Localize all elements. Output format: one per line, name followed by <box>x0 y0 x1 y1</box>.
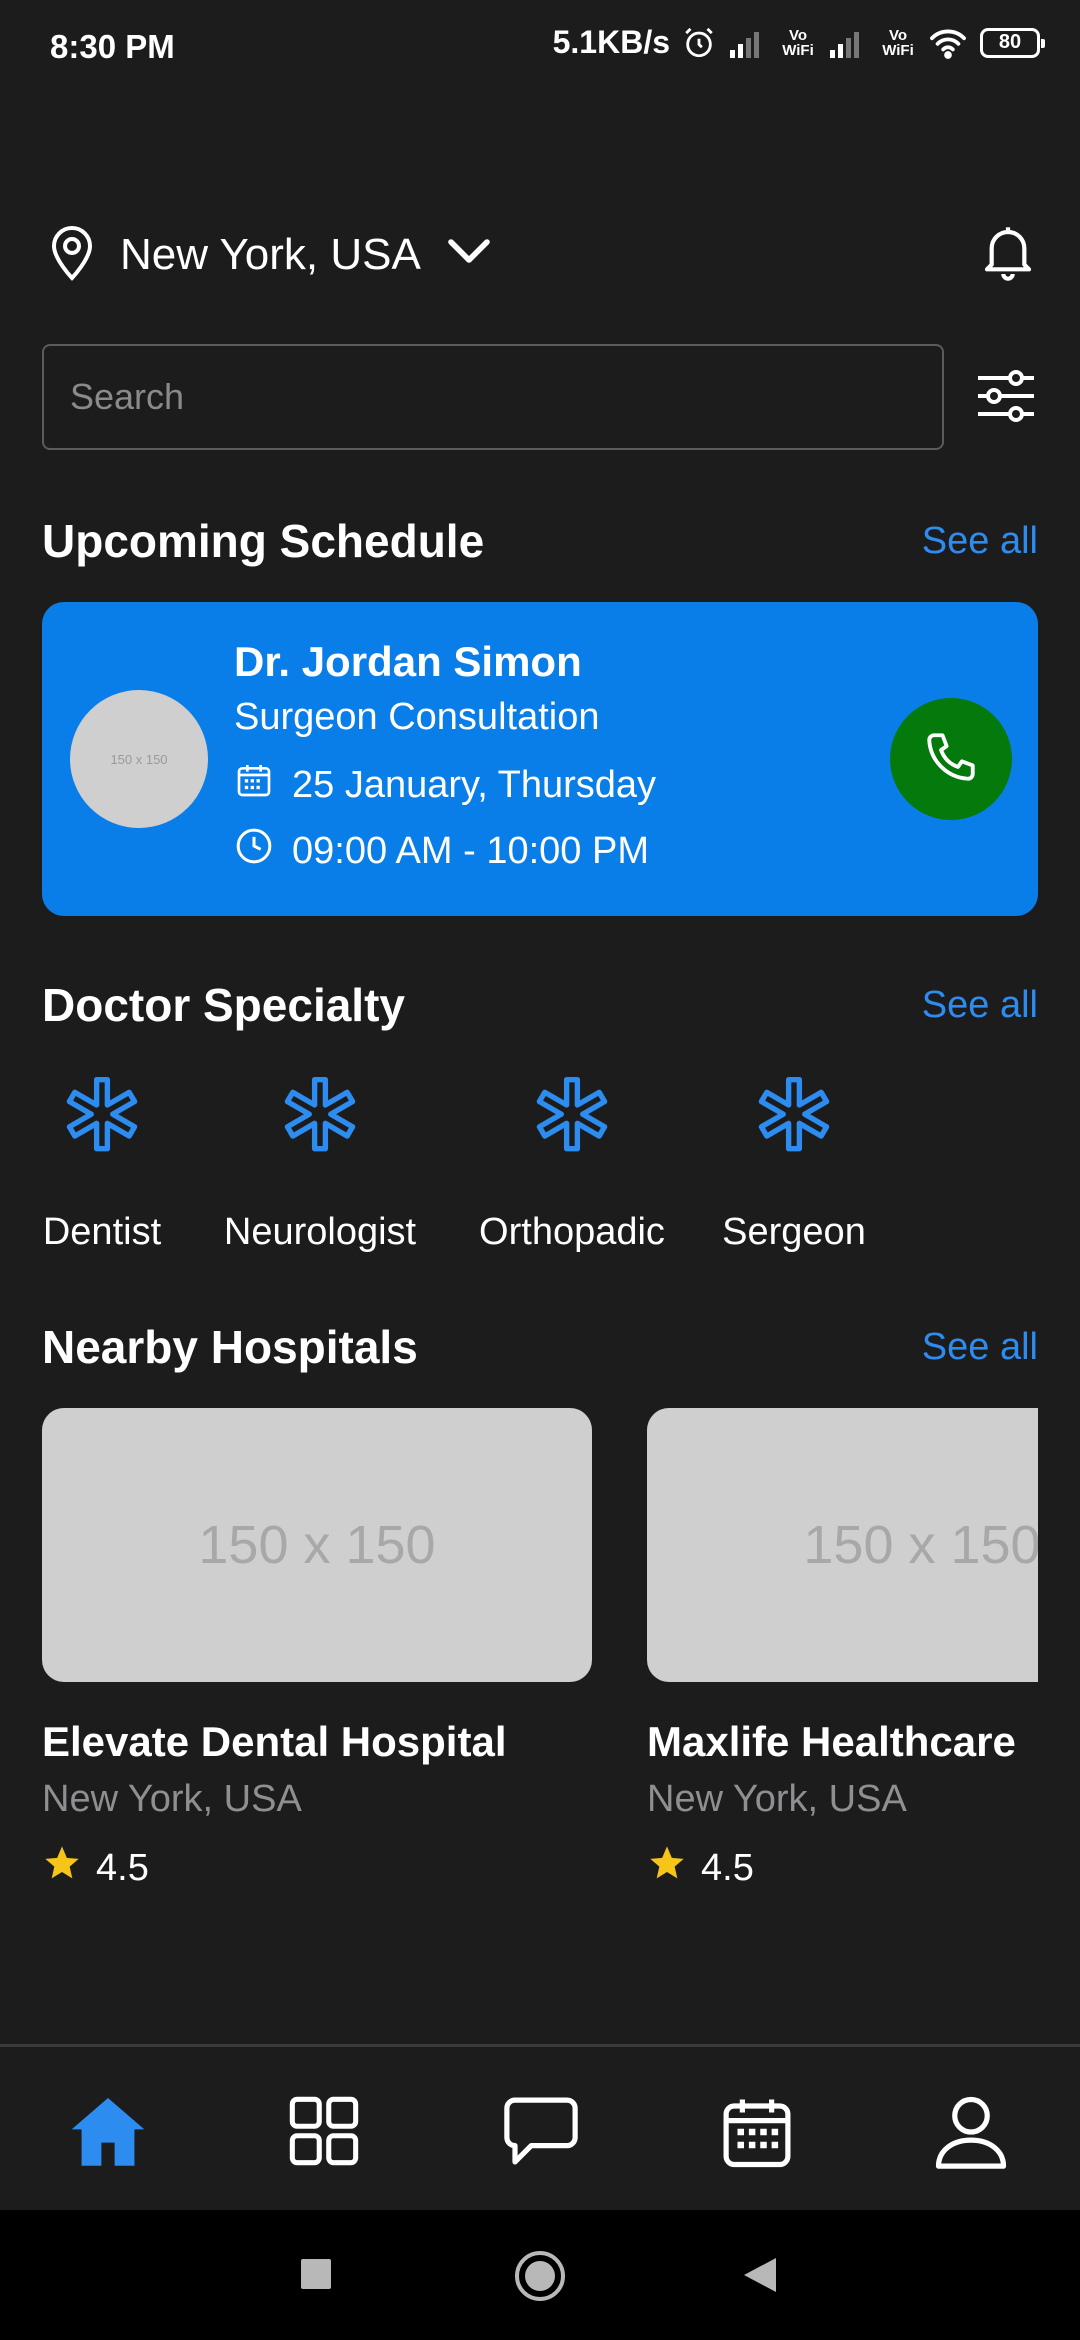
home-icon[interactable] <box>68 2093 148 2174</box>
appointment-date: 25 January, Thursday <box>292 763 657 806</box>
battery-icon: 80 <box>980 27 1045 58</box>
hospital-location: New York, USA <box>42 1778 302 1820</box>
hospital-rating: 4.5 <box>647 1843 1038 1893</box>
recent-apps-icon[interactable] <box>300 2258 332 2295</box>
specialty-item-sergeon[interactable]: Sergeon <box>714 1072 874 1254</box>
schedule-card[interactable]: 150 x 150 Dr. Jordan Simon Surgeon Consu… <box>42 602 1038 916</box>
hospital-image: 150 x 150 <box>42 1408 592 1682</box>
doctor-avatar: 150 x 150 <box>70 690 208 828</box>
asterisk-icon <box>748 1072 840 1169</box>
specialty-label: Dentist <box>42 1211 162 1253</box>
consultation-type: Surgeon Consultation <box>234 696 600 738</box>
signal-icon-2 <box>828 28 868 58</box>
search-field[interactable] <box>42 344 944 450</box>
specialty-item-orthopadic[interactable]: Orthopadic <box>472 1072 672 1254</box>
status-time: 8:30 PM <box>50 28 175 65</box>
specialty-label: Sergeon <box>722 1211 866 1253</box>
hospital-rating: 4.5 <box>42 1843 592 1893</box>
upcoming-schedule-title: Upcoming Schedule <box>42 515 485 567</box>
hospitals-see-all-link[interactable]: See all <box>922 1326 1038 1369</box>
profile-icon[interactable] <box>932 2093 1010 2176</box>
alarm-icon <box>682 26 716 60</box>
doctor-name: Dr. Jordan Simon <box>234 638 582 685</box>
phone-icon <box>922 728 980 791</box>
vowifi-badge: Vo WiFi <box>782 26 814 59</box>
asterisk-icon <box>526 1072 618 1169</box>
location-label: New York, USA <box>120 229 421 279</box>
hospital-name: Maxlife Healthcare <box>647 1718 1016 1765</box>
rating-value: 4.5 <box>96 1846 149 1889</box>
nearby-hospitals-title: Nearby Hospitals <box>42 1321 418 1373</box>
vowifi-badge-2: Vo WiFi <box>882 26 914 59</box>
specialty-item-neurologist[interactable]: Neurologist <box>220 1072 420 1254</box>
appointment-time: 09:00 AM - 10:00 PM <box>292 829 649 872</box>
specialty-label: Orthopadic <box>479 1211 665 1253</box>
clock-icon <box>234 826 274 876</box>
signal-icon <box>728 28 768 58</box>
hospital-image: 150 x 150 <box>647 1408 1038 1682</box>
back-icon[interactable] <box>742 2256 778 2299</box>
asterisk-icon <box>274 1072 366 1169</box>
call-button[interactable] <box>890 698 1012 820</box>
hospital-card[interactable]: 150 x 150 Elevate Dental Hospital New Yo… <box>42 1408 592 1893</box>
star-icon <box>42 1843 82 1893</box>
chat-icon[interactable] <box>502 2093 580 2174</box>
specialty-see-all-link[interactable]: See all <box>922 984 1038 1027</box>
network-speed: 5.1KB/s <box>552 24 670 60</box>
appointment-date-row: 25 January, Thursday <box>234 760 656 810</box>
chevron-down-icon <box>445 237 493 272</box>
rating-value: 4.5 <box>701 1846 754 1889</box>
grid-icon[interactable] <box>286 2093 362 2174</box>
search-input[interactable] <box>44 346 942 448</box>
star-icon <box>647 1843 687 1893</box>
wifi-icon <box>928 27 968 59</box>
location-pin-icon <box>48 222 96 287</box>
specialty-item-dentist[interactable]: Dentist <box>42 1072 162 1254</box>
hospital-name: Elevate Dental Hospital <box>42 1718 507 1765</box>
system-navigation-bar <box>0 2210 1080 2340</box>
calendar-icon[interactable] <box>718 2093 796 2176</box>
hospital-carousel[interactable]: 150 x 150 Elevate Dental Hospital New Yo… <box>0 1400 1038 1920</box>
doctor-specialty-title: Doctor Specialty <box>42 979 405 1031</box>
calendar-icon <box>234 760 274 810</box>
home-button-icon[interactable] <box>514 2250 566 2307</box>
appointment-time-row: 09:00 AM - 10:00 PM <box>234 826 649 876</box>
hospital-location: New York, USA <box>647 1778 907 1820</box>
specialty-label: Neurologist <box>223 1211 417 1253</box>
location-selector[interactable]: New York, USA <box>48 222 493 287</box>
status-icons: 5.1KB/s Vo WiFi Vo WiFi 80 <box>552 24 1045 61</box>
bell-icon[interactable] <box>980 222 1036 289</box>
schedule-see-all-link[interactable]: See all <box>922 520 1038 563</box>
bottom-navigation <box>0 2044 1080 2213</box>
hospital-card[interactable]: 150 x 150 Maxlife Healthcare New York, U… <box>647 1408 1038 1893</box>
sliders-icon[interactable] <box>976 370 1036 427</box>
asterisk-icon <box>56 1072 148 1169</box>
